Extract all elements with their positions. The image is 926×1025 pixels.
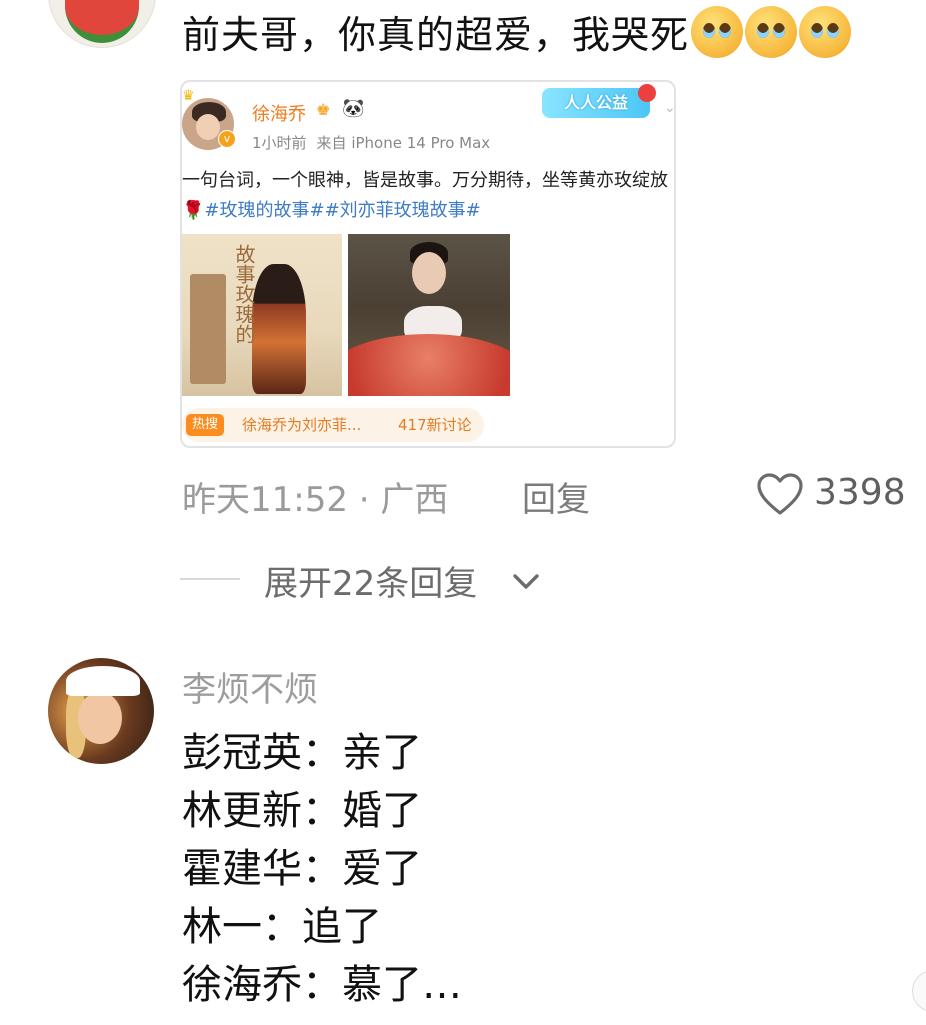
comment-line: 徐海乔：慕了… [182, 962, 462, 1008]
crying-emoji-icon [745, 6, 798, 58]
comment-line: 林更新：婚了 [182, 788, 422, 834]
like-count: 3398 [814, 472, 906, 513]
panda-icon: 🐼 [342, 98, 365, 119]
rose-icon: 🌹 [182, 200, 205, 221]
hashtag-link[interactable]: #玫瑰的故事# [204, 200, 324, 221]
crown-icon: ♛ [182, 88, 195, 104]
chevron-down-icon[interactable] [510, 566, 542, 598]
post-source: 来自 iPhone 14 Pro Max [316, 134, 491, 152]
commenter-name[interactable]: 李烦不烦 [182, 662, 318, 711]
comment-text: 前夫哥，你真的超爱，我哭死 [182, 6, 852, 62]
comment-time-location: 昨天11:52 · 广西 [182, 480, 449, 520]
vip-crown-icon: ♚ [316, 100, 331, 119]
post-meta: 1小时前 来自 iPhone 14 Pro Max [252, 132, 490, 153]
hashtag-link[interactable]: #刘亦菲玫瑰故事# [325, 200, 481, 221]
hot-search-count: 417新讨论 [398, 416, 472, 434]
floating-button[interactable] [912, 970, 926, 1012]
commenter-avatar[interactable] [48, 658, 154, 764]
verified-icon: v [218, 130, 236, 148]
post-body: 一句台词，一个眼神，皆是故事。万分期待，坐等黄亦玫绽放 [182, 170, 668, 191]
shared-post-card[interactable]: ♛ v 徐海乔 ♚ 🐼 1小时前 来自 iPhone 14 Pro Max 人人公… [180, 80, 676, 448]
post-image-poster[interactable]: 故事玫瑰的 [182, 234, 342, 396]
post-time: 1小时前 [252, 134, 307, 152]
expand-replies-button[interactable]: 展开22条回复 [264, 556, 477, 605]
like-heart-icon[interactable] [756, 472, 804, 516]
comment-line: 林一：追了 [182, 904, 382, 950]
charity-badge[interactable]: 人人公益 [542, 88, 650, 118]
hot-search-title: 徐海乔为刘亦菲... [242, 416, 362, 434]
charity-mascot-icon [638, 84, 656, 102]
poster-title: 故事玫瑰的 [232, 244, 256, 344]
post-author-name[interactable]: 徐海乔 [252, 100, 306, 126]
reply-button[interactable]: 回复 [522, 472, 590, 521]
crying-emoji-icon [799, 6, 852, 58]
post-text: 一句台词，一个眼神，皆是故事。万分期待，坐等黄亦玫绽放 🌹#玫瑰的故事##刘亦菲玫… [182, 166, 672, 226]
comment-line: 彭冠英：亲了 [182, 730, 422, 776]
expand-divider [180, 578, 240, 580]
crying-emoji-icon [691, 6, 744, 58]
comment-body: 前夫哥，你真的超爱，我哭死 [182, 13, 690, 57]
watermelon-graphic [65, 0, 139, 43]
post-image-photo[interactable] [348, 234, 510, 396]
chevron-down-icon[interactable]: ⌄ [664, 100, 674, 116]
hot-search-badge: 热搜 [186, 414, 225, 436]
comment-line: 霍建华：爱了 [182, 846, 422, 892]
commenter-avatar[interactable] [48, 0, 156, 48]
hot-search-link[interactable]: 热搜 徐海乔为刘亦菲... 417新讨论 [182, 408, 484, 442]
comment-text: 彭冠英：亲了 林更新：婚了 霍建华：爱了 林一：追了 徐海乔：慕了… [182, 724, 462, 1014]
